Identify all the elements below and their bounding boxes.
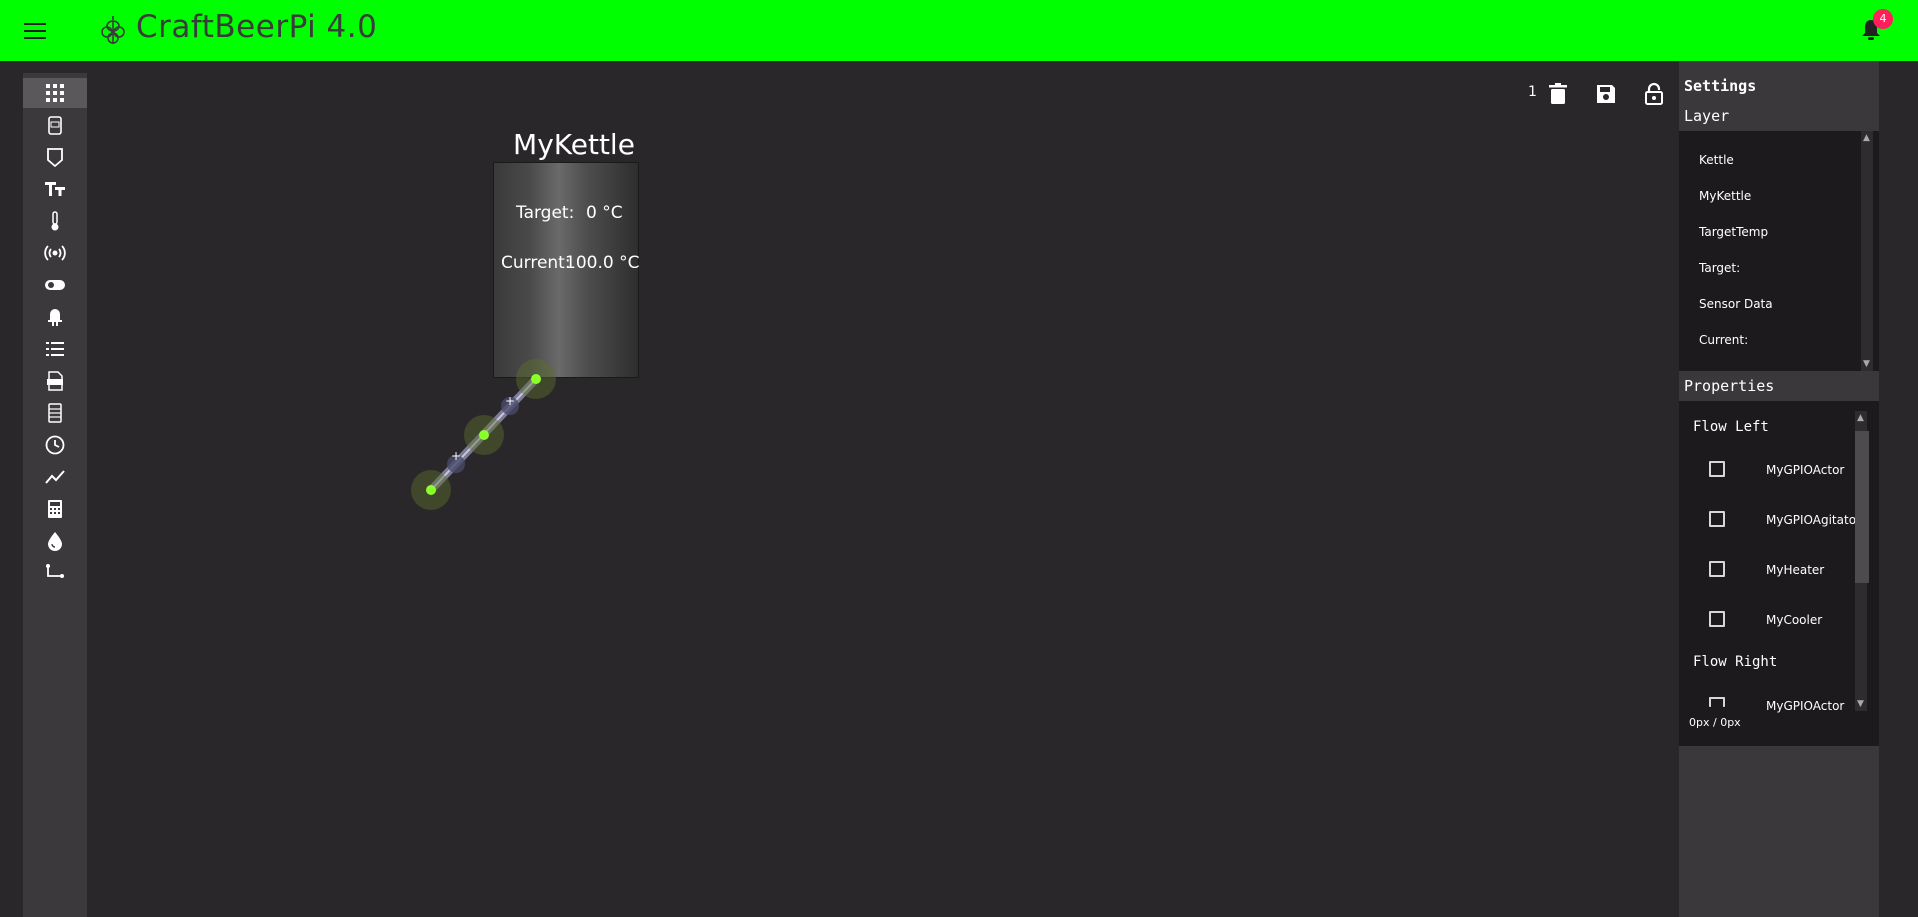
- layer-scrollbar[interactable]: [1861, 131, 1873, 371]
- flow-left-item-label: MyCooler: [1766, 613, 1823, 627]
- notification-badge: 4: [1873, 9, 1893, 29]
- fermenter-list-icon[interactable]: [23, 398, 87, 428]
- sensor-broadcast-icon[interactable]: [23, 238, 87, 268]
- led-icon[interactable]: [23, 302, 87, 332]
- flow-left-item-label: MyHeater: [1766, 563, 1825, 577]
- clock-icon[interactable]: [23, 430, 87, 460]
- grid-icon[interactable]: [23, 78, 87, 108]
- left-toolbar: [23, 73, 87, 917]
- selection-count: 1: [1528, 84, 1537, 100]
- pipe-connection[interactable]: + +: [0, 0, 1918, 917]
- lock-open-icon[interactable]: [1643, 82, 1665, 106]
- layer-item[interactable]: Kettle: [1699, 153, 1734, 167]
- app-header: CraftBeerPi 4.0 4: [0, 0, 1918, 61]
- flow-left-item-label: MyGPIOActor: [1766, 463, 1845, 477]
- scroll-up-icon[interactable]: ▲: [1857, 413, 1864, 423]
- layer-title: Layer: [1679, 101, 1879, 131]
- properties-title: Properties: [1679, 371, 1879, 401]
- properties-scroll-thumb[interactable]: [1855, 431, 1869, 583]
- hamburger-line: [24, 23, 46, 25]
- hamburger-line: [24, 30, 46, 32]
- flow-left-checkbox[interactable]: [1709, 461, 1725, 477]
- cursor-coordinates: 0px / 0px: [1689, 716, 1741, 729]
- pipe-icon[interactable]: [23, 558, 87, 588]
- settings-title: Settings: [1679, 71, 1879, 101]
- scroll-down-icon[interactable]: ▼: [1857, 699, 1864, 709]
- chart-icon[interactable]: [23, 462, 87, 492]
- hamburger-line: [24, 37, 46, 39]
- water-drop-icon[interactable]: [23, 526, 87, 556]
- kettle-icon[interactable]: [23, 110, 87, 140]
- toggle-icon[interactable]: [23, 270, 87, 300]
- scroll-down-icon[interactable]: ▼: [1863, 359, 1870, 369]
- flow-right-item-label: MyGPIOActor: [1766, 699, 1845, 713]
- fermenter-icon[interactable]: [23, 142, 87, 172]
- save-icon[interactable]: [1595, 82, 1617, 106]
- flow-right-checkbox[interactable]: [1709, 697, 1725, 707]
- app-title: CraftBeerPi 4.0: [136, 9, 378, 45]
- layer-item[interactable]: Target:: [1699, 261, 1740, 275]
- flow-left-label: Flow Left: [1693, 419, 1769, 435]
- calculator-icon[interactable]: [23, 494, 87, 524]
- flow-left-item-label: MyGPIOAgitator: [1766, 513, 1861, 527]
- target-value: 0 °C: [586, 203, 623, 223]
- flow-left-checkbox[interactable]: [1709, 561, 1725, 577]
- target-label: Target:: [516, 203, 575, 223]
- hop-logo-icon: [101, 16, 125, 44]
- flow-left-checkbox[interactable]: [1709, 611, 1725, 627]
- settings-panel: Settings Layer Kettle MyKettle TargetTem…: [1679, 71, 1879, 746]
- menu-button[interactable]: [22, 18, 48, 44]
- list-icon[interactable]: [23, 334, 87, 364]
- layer-item[interactable]: Sensor Data: [1699, 297, 1773, 311]
- svg-text:+: +: [505, 394, 515, 408]
- text-icon[interactable]: [23, 174, 87, 204]
- current-value: 100.0 °C: [565, 253, 640, 273]
- layer-item[interactable]: Current:: [1699, 333, 1748, 347]
- thermometer-icon[interactable]: [23, 206, 87, 236]
- layer-item[interactable]: MyKettle: [1699, 189, 1751, 203]
- kettle-title: MyKettle: [513, 128, 635, 161]
- flow-right-label: Flow Right: [1693, 654, 1778, 670]
- svg-text:+: +: [451, 449, 461, 463]
- delete-icon[interactable]: [1547, 82, 1569, 106]
- svg-file-icon[interactable]: [23, 366, 87, 396]
- flow-left-checkbox[interactable]: [1709, 511, 1725, 527]
- current-label: Current:: [501, 253, 571, 273]
- scroll-up-icon[interactable]: ▲: [1863, 133, 1870, 143]
- layer-item[interactable]: TargetTemp: [1699, 225, 1768, 239]
